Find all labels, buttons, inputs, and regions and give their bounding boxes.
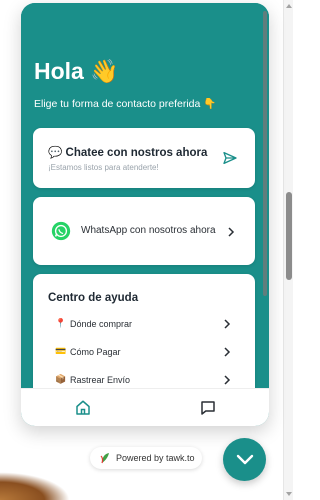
widget-bottom-nav [21, 388, 269, 426]
chevron-right-icon [228, 227, 235, 237]
chevron-right-icon [224, 375, 231, 385]
chat-launcher-button[interactable] [223, 438, 266, 481]
whatsapp-icon [51, 221, 71, 241]
package-icon: 📦 [55, 374, 67, 384]
widget-scrollbar[interactable] [263, 11, 267, 296]
background-food-image [0, 472, 70, 500]
page-scrollbar[interactable] [283, 0, 293, 500]
chat-widget: Hola 👋 Elige tu forma de contacto prefer… [21, 3, 269, 426]
chat-now-card[interactable]: 💬 Chatee con nostros ahora ¡Estamos list… [33, 128, 255, 188]
scroll-up-arrow-icon[interactable] [286, 4, 292, 8]
scroll-down-arrow-icon[interactable] [286, 492, 292, 496]
send-icon[interactable] [222, 150, 238, 166]
chat-now-title: 💬 Chatee con nostros ahora [48, 147, 208, 159]
help-center-card: Centro de ayuda 📍 Dónde comprar 💳 Cómo P… [33, 274, 255, 388]
page-scroll-thumb[interactable] [286, 192, 292, 280]
help-item-where-to-buy[interactable]: 📍 Dónde comprar [55, 317, 237, 333]
widget-content: Hola 👋 Elige tu forma de contacto prefer… [21, 3, 269, 388]
home-icon[interactable] [74, 399, 92, 417]
greeting-subtitle: Elige tu forma de contacto preferida 👇 [34, 98, 217, 110]
powered-by-text: Powered by tawk.to [116, 453, 195, 463]
whatsapp-label: WhatsApp con nosotros ahora [81, 225, 216, 236]
help-center-title: Centro de ayuda [48, 292, 139, 304]
help-item-how-to-pay[interactable]: 💳 Cómo Pagar [55, 345, 237, 361]
credit-card-icon: 💳 [55, 346, 67, 356]
help-item-label: Dónde comprar [70, 319, 133, 329]
help-item-track-shipment[interactable]: 📦 Rastrear Envío [55, 373, 237, 388]
message-icon[interactable] [199, 399, 217, 417]
whatsapp-card[interactable]: WhatsApp con nosotros ahora [33, 197, 255, 265]
help-item-label: Rastrear Envío [70, 375, 131, 385]
chat-now-subtitle: ¡Estamos listos para atenderte! [48, 163, 159, 172]
help-item-label: Cómo Pagar [70, 347, 121, 357]
chevron-down-icon [236, 454, 254, 465]
chevron-right-icon [224, 319, 231, 329]
powered-by-badge[interactable]: Powered by tawk.to [90, 447, 202, 469]
pin-icon: 📍 [55, 318, 67, 328]
chevron-right-icon [224, 347, 231, 357]
tawk-leaf-icon [100, 453, 109, 464]
greeting-title: Hola 👋 [34, 58, 119, 84]
